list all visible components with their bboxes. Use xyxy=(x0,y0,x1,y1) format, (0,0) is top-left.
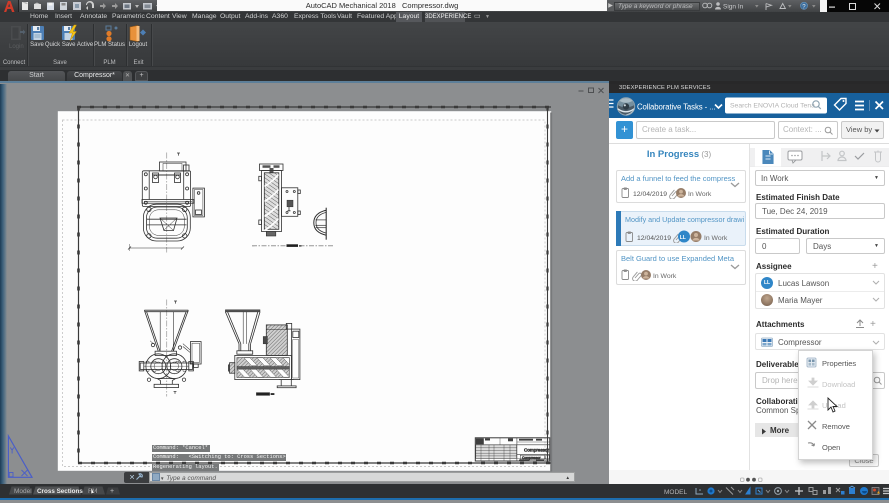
svg-text:In Work: In Work xyxy=(704,235,728,242)
svg-text:Compressor: Compressor xyxy=(522,455,541,459)
svg-text:Login: Login xyxy=(9,44,24,50)
svg-text:+: + xyxy=(110,488,114,495)
svg-text:Sign In: Sign In xyxy=(723,4,744,11)
svg-text:Cross Sections: Cross Sections xyxy=(37,488,83,495)
svg-text:Remove: Remove xyxy=(822,422,850,431)
svg-text:Model: Model xyxy=(14,488,32,495)
svg-text:Collaborative Tasks - ...: Collaborative Tasks - ... xyxy=(637,103,715,112)
svg-text:Search ENOVIA Cloud Tena: Search ENOVIA Cloud Tena xyxy=(730,103,815,110)
svg-text:In Work: In Work xyxy=(688,191,712,198)
svg-text:12/04/2019: 12/04/2019 xyxy=(637,235,671,242)
svg-text:MODEL: MODEL xyxy=(664,489,688,496)
svg-text:Open: Open xyxy=(822,443,840,452)
svg-text:12/04/2019: 12/04/2019 xyxy=(633,191,667,198)
svg-text:Download: Download xyxy=(822,380,855,389)
svg-text:Properties: Properties xyxy=(822,359,856,368)
svg-text:Compressor: Compressor xyxy=(524,447,549,452)
svg-text:LL: LL xyxy=(680,235,686,241)
svg-text:In Work: In Work xyxy=(653,273,677,280)
